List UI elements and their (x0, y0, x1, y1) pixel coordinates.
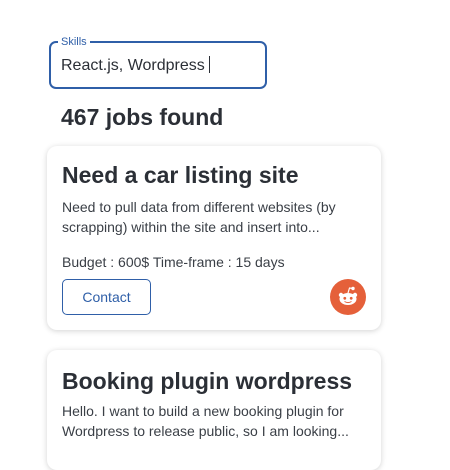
job-meta: Budget : 600$ Time-frame : 15 days (62, 254, 285, 270)
skills-input[interactable]: Skills React.js, Wordpress (49, 35, 267, 89)
job-title[interactable]: Booking plugin wordpress (62, 368, 352, 395)
reddit-icon-glyph (338, 286, 358, 305)
job-card[interactable]: Need a car listing site Need to pull dat… (47, 146, 381, 330)
skills-value[interactable]: React.js, Wordpress (61, 57, 205, 74)
job-budget: Budget : 600$ (62, 254, 150, 270)
job-timeframe: Time-frame : 15 days (152, 254, 285, 270)
job-description: Need to pull data from different website… (62, 199, 336, 235)
job-title[interactable]: Need a car listing site (62, 162, 298, 189)
text-caret (208, 56, 210, 73)
reddit-icon[interactable] (330, 279, 366, 315)
results-count: 467 jobs found (61, 104, 224, 130)
job-description: Hello. I want to build a new booking plu… (62, 403, 349, 439)
skills-label: Skills (58, 35, 90, 49)
contact-button[interactable]: Contact (62, 279, 151, 315)
skills-value-wrap[interactable]: React.js, Wordpress (61, 56, 210, 75)
job-card[interactable]: Booking plugin wordpress Hello. I want t… (47, 350, 381, 470)
